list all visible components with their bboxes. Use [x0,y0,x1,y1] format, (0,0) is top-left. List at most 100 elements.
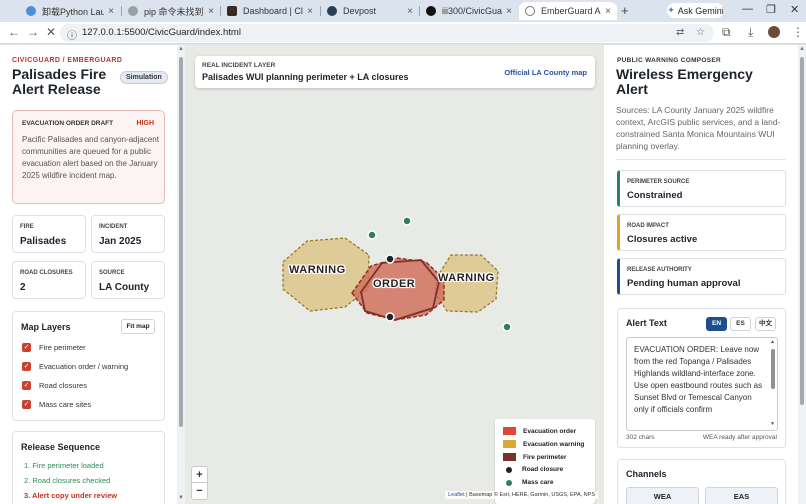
lang-es-button[interactable]: ES [730,317,751,331]
fit-map-button[interactable]: Fit map [121,319,155,334]
status-value: Pending human approval [627,278,741,289]
incident-map[interactable]: REAL INCIDENT LAYER Palisades WUI planni… [185,45,604,504]
maximize-icon[interactable]: ❐ [766,3,776,16]
legend-item: Evacuation order [503,427,576,435]
tab-close-icon[interactable]: × [506,6,512,17]
minimize-icon[interactable]: — [742,3,753,15]
legend-item: Fire perimeter [503,453,566,461]
address-bar[interactable]: ⓘ 127.0.0.1:5500/CivicGuard/index.html ⇄… [60,24,714,42]
stat-label: ROAD CLOSURES [20,270,73,276]
menu-kebab-icon[interactable]: ⋮ [792,25,804,39]
scroll-up-icon[interactable]: ▲ [770,339,775,345]
status-label: RELEASE AUTHORITY [627,267,692,273]
window-close-icon[interactable]: ✕ [790,3,799,16]
stat-label: FIRE [20,224,34,230]
scroll-up-icon[interactable]: ▲ [177,46,185,52]
brand-label: CIVICGUARD / EMBERGUARD [12,57,123,64]
leaflet-link[interactable]: Leaflet [448,492,465,498]
layer-toggle-fire-perimeter[interactable]: ✓ Fire perimeter [22,343,86,352]
legend-mass-care-dot-icon [506,479,512,486]
warning-zone-label: WARNING [438,272,495,284]
profile-avatar[interactable] [768,26,780,38]
tab-favicon-icon [227,6,237,16]
stat-card-fire: FIRE Palisades [12,215,86,253]
browser-tab-active[interactable]: EmberGuard Alert C × [519,2,617,20]
right-panel-scrollbar[interactable]: ▲ [798,45,806,504]
tab-favicon-icon [327,6,337,16]
channels-card: Channels WEA EAS [617,459,786,504]
draft-label: EVACUATION ORDER DRAFT [22,120,114,127]
map-layers-title: Map Layers [21,322,71,332]
stat-value: Jan 2025 [99,236,142,247]
back-icon[interactable]: ← [8,25,20,39]
stat-label: INCIDENT [99,224,128,230]
sequence-step: 3. Alert copy under review [24,491,118,500]
scroll-thumb[interactable] [771,349,775,389]
tab-close-icon[interactable]: × [605,6,611,17]
right-panel: PUBLIC WARNING COMPOSER Wireless Emergen… [604,45,798,504]
legend-road-closure-dot-icon [506,466,512,473]
legend-item: Road closure [503,466,563,473]
checkbox-checked-icon[interactable]: ✓ [22,343,31,352]
translate-icon[interactable]: ⇄ [676,27,684,38]
scroll-down-icon[interactable]: ▼ [770,421,775,427]
browser-tab[interactable]: 卸载Python Launcher × [20,2,120,20]
scroll-thumb[interactable] [179,57,183,427]
layer-label: Mass care sites [39,400,92,409]
zoom-out-button[interactable]: − [192,483,207,499]
official-map-link[interactable]: Official LA County map [504,68,587,77]
road-impact-card: ROAD IMPACT Closures active [617,214,786,251]
browser-tab-bar: 卸载Python Launcher × pip 命令未找到 × Dashboar… [0,0,806,22]
layer-toggle-mass-care[interactable]: ✓ Mass care sites [22,400,91,409]
stop-icon[interactable]: ✕ [46,25,56,39]
tab-close-icon[interactable]: × [108,6,114,17]
zoom-in-button[interactable]: + [192,467,207,483]
composer-title: Wireless Emergency Alert [616,66,753,97]
ask-gemini-button[interactable]: ✦ Ask Gemini [667,3,724,18]
browser-toolbar: ← → ✕ ⓘ 127.0.0.1:5500/CivicGuard/index.… [0,22,806,44]
browser-tab[interactable]: Devpost × [321,2,419,20]
checkbox-checked-icon[interactable]: ✓ [22,381,31,390]
mass-care-site-marker [402,216,412,226]
tab-close-icon[interactable]: × [208,6,214,17]
legend-swatch-warning [503,440,516,448]
tab-title: Dashboard | Claude [243,6,303,16]
scroll-up-icon[interactable]: ▲ [798,46,806,52]
extensions-icon[interactable]: ⧉ [722,25,731,40]
legend-label: Evacuation order [523,427,577,435]
road-closure-marker [385,312,395,322]
browser-tab[interactable]: iii300/CivicGuard × [420,2,518,20]
lang-en-button[interactable]: EN [706,317,727,331]
layer-toggle-evacuation[interactable]: ✓ Evacuation order / warning [22,362,128,371]
lang-zh-button[interactable]: 中文 [755,317,776,331]
legend-label: Fire perimeter [523,453,567,461]
perimeter-source-card: PERIMETER SOURCE Constrained [617,170,786,207]
site-info-icon[interactable]: ⓘ [67,27,77,42]
textarea-scrollbar[interactable]: ▲ ▼ [770,339,776,427]
scroll-thumb[interactable] [800,57,804,405]
release-sequence-title: Release Sequence [21,442,101,452]
zoom-control: + − [191,466,208,500]
checkbox-checked-icon[interactable]: ✓ [22,362,31,371]
scroll-down-icon[interactable]: ▼ [177,495,185,501]
browser-tab[interactable]: pip 命令未找到 × [122,2,220,20]
tab-close-icon[interactable]: × [307,6,313,17]
new-tab-icon[interactable]: + [621,3,629,18]
simulation-badge: Simulation [120,71,168,84]
channel-eas-button[interactable]: EAS [705,487,778,504]
tab-close-icon[interactable]: × [407,6,413,17]
browser-tab[interactable]: Dashboard | Claude × [221,2,319,20]
channel-wea-button[interactable]: WEA [626,487,699,504]
checkbox-checked-icon[interactable]: ✓ [22,400,31,409]
attribution-text: | Basemap © Esri, HERE, Garmin, USGS, EP… [464,492,595,498]
layer-toggle-road-closures[interactable]: ✓ Road closures [22,381,87,390]
left-panel-scrollbar[interactable]: ▲ ▼ [177,45,185,504]
forward-icon[interactable]: → [27,25,39,39]
download-icon[interactable]: ⤓ [748,25,753,40]
alert-textarea[interactable]: EVACUATION ORDER: Leave now from the red… [626,337,778,431]
bookmark-star-icon[interactable]: ☆ [696,27,705,38]
wea-ready-status: WEA ready after approval [702,434,777,441]
alert-text-card: Alert Text EN ES 中文 EVACUATION ORDER: Le… [617,308,786,448]
stat-card-source: SOURCE LA County [91,261,165,299]
legend-swatch-order [503,427,516,435]
